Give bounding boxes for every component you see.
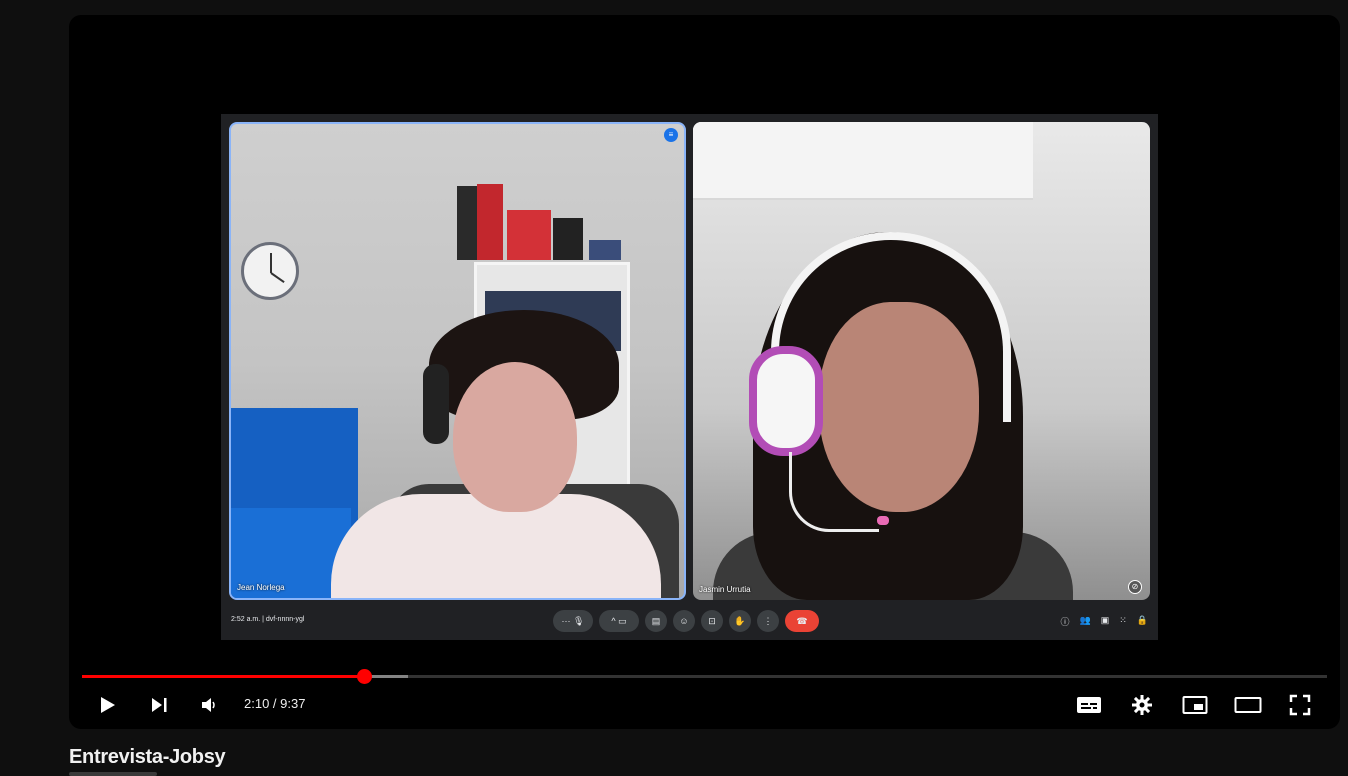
meet-controls: ··· 🎙 ^ ▭ ▤ ☺ ⊡ ✋ ⋮ ☎ [553, 610, 819, 632]
volume-icon [202, 698, 215, 712]
headset-earcup [749, 346, 823, 456]
headset [423, 364, 449, 444]
raise-hand-icon: ✋ [729, 610, 751, 632]
shelf-box [553, 218, 583, 260]
captions-icon: ▤ [645, 610, 667, 632]
volume-button[interactable] [191, 691, 227, 719]
miniplayer-icon [1182, 696, 1208, 714]
participant-tile-left: ≡ Jean Norlega [229, 122, 686, 600]
theater-icon [1234, 697, 1262, 713]
speaking-indicator-icon: ≡ [664, 128, 678, 142]
participant-face [453, 362, 577, 512]
emoji-icon: ☺ [673, 610, 695, 632]
wall-clock [241, 242, 299, 300]
video-player[interactable]: ≡ Jean Norlega ⊘ Jasmin Urrutia 2:52 a.m… [69, 15, 1340, 729]
headset-mic-tip [877, 516, 889, 525]
shelf-box [477, 184, 503, 260]
gear-icon [1132, 695, 1152, 715]
participant-name: Jean Norlega [237, 583, 285, 592]
play-icon [101, 697, 115, 713]
fullscreen-button[interactable] [1282, 691, 1318, 719]
shelf-box [507, 210, 551, 260]
subtitles-button[interactable] [1071, 691, 1107, 719]
wall-cabinet [693, 122, 1033, 200]
time-display: 2:10 / 9:37 [244, 696, 306, 711]
meeting-info: 2:52 a.m. | dvf-nnnn-ygl [231, 616, 305, 623]
meet-toolbar: 2:52 a.m. | dvf-nnnn-ygl ··· 🎙 ^ ▭ ▤ ☺ ⊡… [221, 608, 1158, 636]
host-controls-icon: 🔒 [1136, 615, 1148, 625]
channel-placeholder [69, 772, 157, 776]
theater-button[interactable] [1230, 691, 1266, 719]
present-icon: ⊡ [701, 610, 723, 632]
player-controls: 2:10 / 9:37 [69, 687, 1340, 723]
chat-icon: ▣ [1100, 615, 1110, 625]
participant-name: Jasmin Urrutia [699, 585, 751, 594]
mic-button: ··· 🎙 [553, 610, 593, 632]
shelf-box [589, 240, 621, 260]
settings-button[interactable] [1124, 691, 1160, 719]
end-call-icon: ☎ [785, 610, 819, 632]
play-button[interactable] [89, 691, 125, 719]
scrubber-handle[interactable] [356, 669, 372, 684]
more-options-icon: ⋮ [757, 610, 779, 632]
pin-icon: ⊘ [1128, 580, 1142, 594]
video-frame: ≡ Jean Norlega ⊘ Jasmin Urrutia 2:52 a.m… [221, 114, 1158, 640]
people-icon: 👥 [1079, 615, 1091, 625]
headset-mic-boom [789, 452, 879, 532]
progress-bar[interactable] [82, 669, 1327, 684]
subtitles-icon [1077, 697, 1101, 713]
participant-tile-right: ⊘ Jasmin Urrutia [693, 122, 1150, 600]
info-icon: ⓘ [1060, 617, 1070, 627]
miniplayer-button[interactable] [1177, 691, 1213, 719]
fullscreen-icon [1289, 694, 1311, 716]
next-icon [152, 698, 167, 712]
played-bar [82, 675, 364, 678]
video-title: Entrevista-Jobsy [69, 746, 226, 768]
next-button[interactable] [141, 691, 177, 719]
camera-button: ^ ▭ [599, 610, 639, 632]
activities-icon: ⁙ [1119, 615, 1127, 625]
meet-side-icons: ⓘ 👥 ▣ ⁙ 🔒 [1060, 615, 1148, 628]
